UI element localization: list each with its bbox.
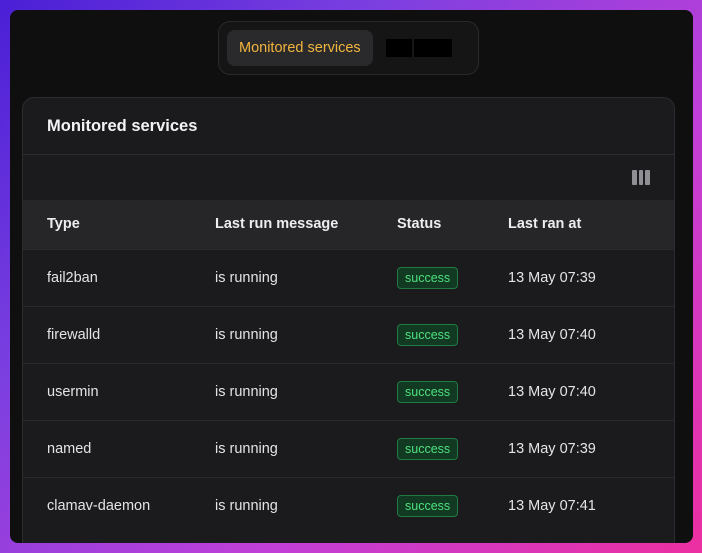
tab-bar: Monitored services: [218, 21, 479, 75]
cell-type: usermin: [47, 383, 99, 400]
cell-ran-at: 13 May 07:39: [508, 440, 596, 457]
table-toolbar: [23, 155, 674, 200]
cell-message: is running: [215, 269, 278, 286]
table-row[interactable]: fail2ban is running success 13 May 07:39: [23, 249, 674, 306]
tab-redacted[interactable]: [385, 39, 452, 57]
redacted-block: [385, 39, 412, 57]
redacted-block: [413, 39, 452, 57]
cell-ran-at: 13 May 07:41: [508, 497, 596, 514]
cell-message: is running: [215, 383, 278, 400]
cell-type: clamav-daemon: [47, 497, 151, 514]
services-table: Type Last run message Status Last ran at…: [23, 200, 674, 534]
cell-ran-at: 13 May 07:40: [508, 326, 596, 343]
table-row[interactable]: firewalld is running success 13 May 07:4…: [23, 306, 674, 363]
status-badge: success: [397, 437, 459, 460]
status-badge: success: [397, 380, 459, 403]
cell-type: named: [47, 440, 92, 457]
status-badge: success: [397, 266, 459, 289]
card-title: Monitored services: [23, 98, 674, 155]
status-badge: success: [397, 323, 459, 346]
table-row[interactable]: clamav-daemon is running success 13 May …: [23, 477, 674, 534]
table-row[interactable]: named is running success 13 May 07:39: [23, 420, 674, 477]
table-header-row: Type Last run message Status Last ran at: [23, 200, 674, 249]
tab-monitored-services[interactable]: Monitored services: [227, 30, 373, 66]
cell-type: firewalld: [47, 326, 101, 343]
header-last-run-message[interactable]: Last run message: [215, 200, 397, 249]
cell-message: is running: [215, 440, 278, 457]
header-type[interactable]: Type: [23, 200, 215, 249]
columns-icon[interactable]: [632, 170, 651, 185]
status-badge: success: [397, 494, 459, 517]
app-window: Monitored services Monitored services Ty…: [10, 10, 693, 543]
cell-ran-at: 13 May 07:39: [508, 269, 596, 286]
cell-ran-at: 13 May 07:40: [508, 383, 596, 400]
services-card: Monitored services Type Last run message…: [22, 97, 675, 543]
cell-message: is running: [215, 497, 278, 514]
table-row[interactable]: usermin is running success 13 May 07:40: [23, 363, 674, 420]
header-last-ran-at[interactable]: Last ran at: [508, 200, 674, 249]
cell-message: is running: [215, 326, 278, 343]
header-status[interactable]: Status: [397, 200, 508, 249]
cell-type: fail2ban: [47, 269, 98, 286]
